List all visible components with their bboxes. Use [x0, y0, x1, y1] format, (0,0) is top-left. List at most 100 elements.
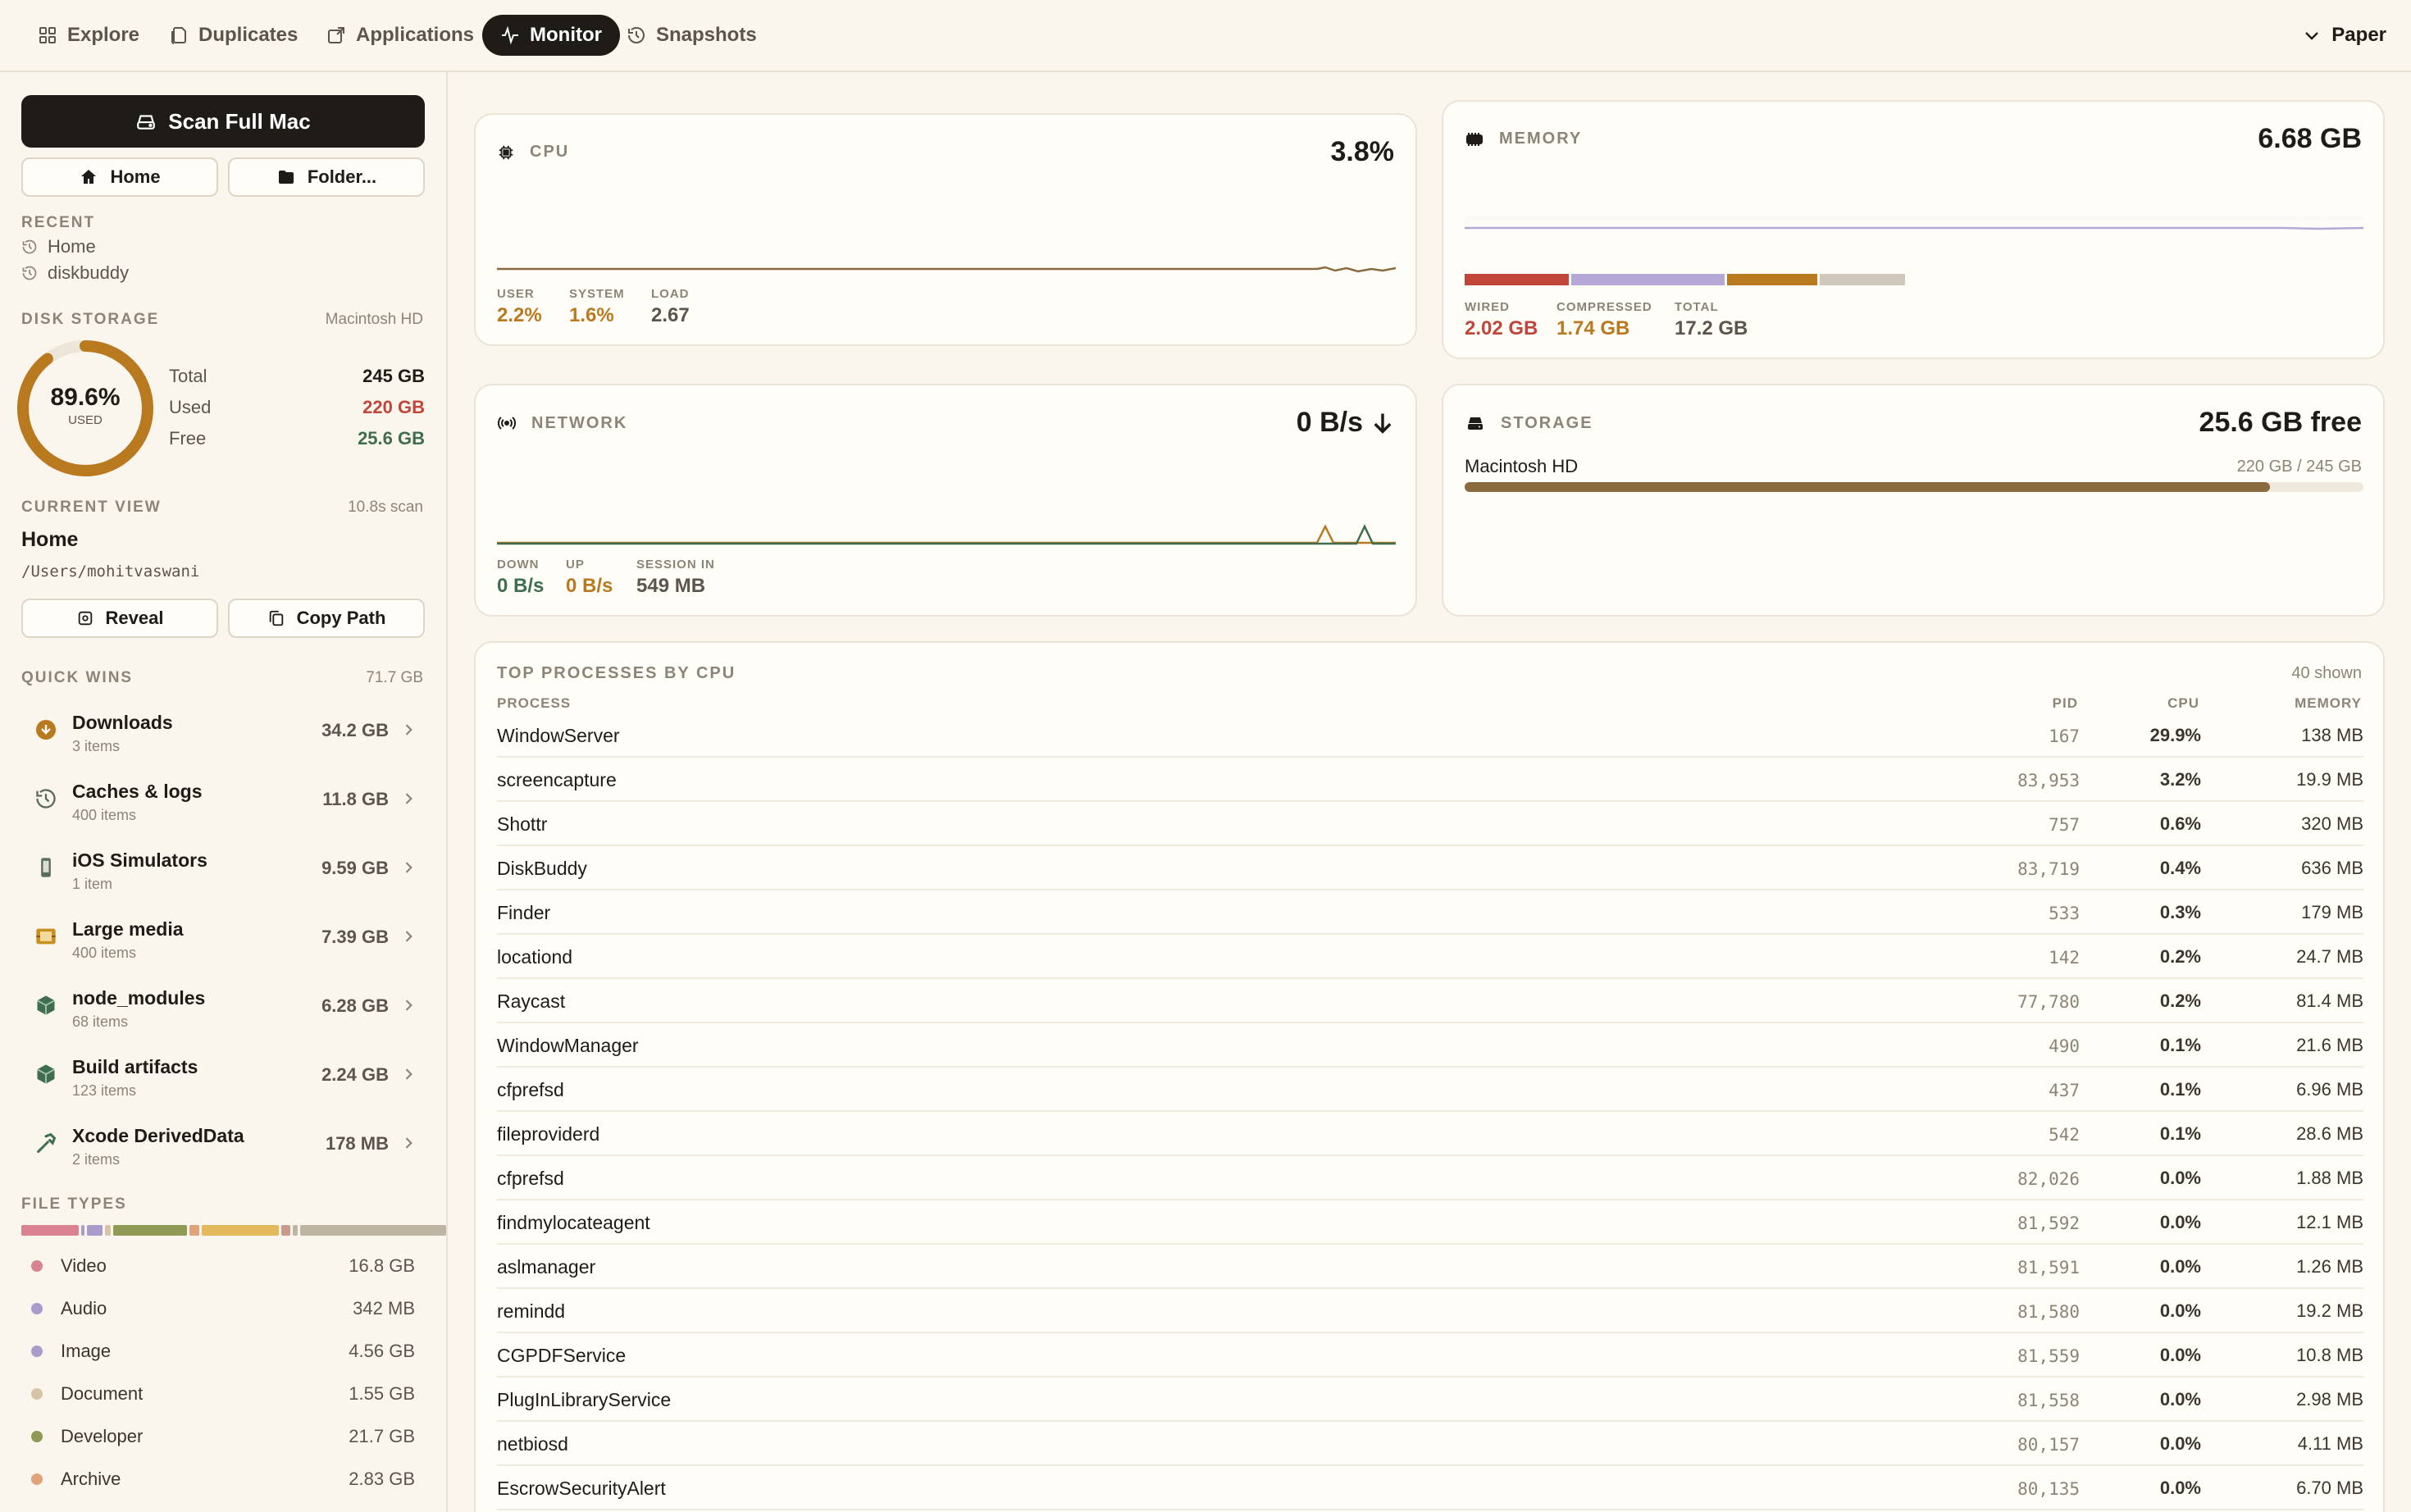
theme-label: Paper [2331, 24, 2386, 46]
quick-win-row[interactable]: Caches & logs 400 items 11.8 GB [21, 772, 425, 841]
process-row[interactable]: cfprefsd 437 0.1% 6.96 MB [497, 1068, 2363, 1112]
process-name: cfprefsd [497, 1079, 564, 1100]
process-row[interactable]: EscrowSecurityAlert 80,135 0.0% 6.70 MB [497, 1466, 2363, 1510]
film-icon [34, 925, 57, 948]
file-type-size: 16.8 GB [349, 1255, 415, 1276]
process-name: CGPDFService [497, 1345, 627, 1366]
process-row[interactable]: CGPDFService 81,559 0.0% 10.8 MB [497, 1333, 2363, 1378]
file-type-bar-segment [105, 1225, 111, 1236]
process-cpu: 0.0% [2159, 1478, 2201, 1498]
process-row[interactable]: aslmanager 81,591 0.0% 1.26 MB [497, 1245, 2363, 1289]
col-memory-header[interactable]: MEMORY [2295, 695, 2362, 712]
disk-free-row: Free 25.6 GB [169, 428, 425, 449]
process-row[interactable]: netbiosd 80,157 0.0% 4.11 MB [497, 1422, 2363, 1466]
chevron-right-icon [400, 722, 417, 738]
quick-win-size: 34.2 GB [321, 720, 389, 740]
file-type-row[interactable]: Document 1.55 GB [21, 1378, 415, 1410]
metric-stat-value: 1.6% [569, 304, 614, 326]
process-name: Shottr [497, 813, 548, 835]
process-memory: 179 MB [2301, 902, 2363, 922]
quick-win-count: 400 items [72, 807, 137, 823]
quick-win-size: 6.28 GB [321, 995, 389, 1016]
file-type-bar-segment [21, 1225, 80, 1236]
process-row[interactable]: WindowManager 490 0.1% 21.6 MB [497, 1023, 2363, 1068]
file-type-name: Audio [61, 1298, 107, 1318]
metric-stat: UP 0 B/s [566, 558, 613, 598]
file-type-row[interactable]: Archive 2.83 GB [21, 1463, 415, 1496]
process-row[interactable]: findmylocateagent 81,592 0.0% 12.1 MB [497, 1200, 2363, 1245]
cpu-title-label: CPU [530, 143, 570, 161]
memory-title-label: MEMORY [1499, 130, 1583, 148]
col-cpu-header[interactable]: CPU [2167, 695, 2199, 712]
quick-win-row[interactable]: node_modules 68 items 6.28 GB [21, 979, 425, 1048]
process-row[interactable]: Raycast 77,780 0.2% 81.4 MB [497, 979, 2363, 1023]
file-type-name: Image [61, 1341, 112, 1361]
metric-stat-value: 2.2% [497, 304, 542, 326]
quick-win-count: 2 items [72, 1151, 121, 1168]
process-row[interactable]: locationd 142 0.2% 24.7 MB [497, 935, 2363, 979]
process-row[interactable]: cfprefsd 82,026 0.0% 1.88 MB [497, 1156, 2363, 1200]
file-type-row[interactable]: Image 4.56 GB [21, 1335, 415, 1368]
process-cpu: 0.2% [2159, 991, 2201, 1011]
metric-stat-value: 0 B/s [566, 575, 613, 597]
app-icon [328, 27, 344, 43]
file-type-row[interactable]: Developer 21.7 GB [21, 1420, 415, 1453]
copy-path-button[interactable]: Copy Path [228, 599, 425, 638]
folder-button[interactable]: Folder... [228, 157, 425, 197]
process-row[interactable]: screencapture 83,953 3.2% 19.9 MB [497, 758, 2363, 802]
network-sparkline [497, 524, 1396, 545]
tab-snapshots[interactable]: Snapshots [608, 15, 775, 56]
reveal-button[interactable]: Reveal [21, 599, 218, 638]
reveal-icon [78, 611, 92, 626]
quick-win-row[interactable]: iOS Simulators 1 item 9.59 GB [21, 841, 425, 910]
tab-duplicates[interactable]: Duplicates [151, 15, 316, 56]
tab-monitor-label: Monitor [530, 24, 602, 46]
tab-monitor[interactable]: Monitor [482, 15, 620, 56]
recent-item-label: Home [48, 236, 96, 257]
process-name: remindd [497, 1300, 566, 1322]
quick-win-row[interactable]: Build artifacts 123 items 2.24 GB [21, 1048, 425, 1117]
file-type-row[interactable]: Video 16.8 GB [21, 1250, 415, 1282]
recent-heading: RECENT [21, 214, 96, 231]
metric-stat-value: 2.67 [651, 304, 690, 326]
process-cpu: 0.6% [2159, 813, 2201, 834]
processes-title: TOP PROCESSES BY CPU [497, 664, 736, 682]
home-button[interactable]: Home [21, 157, 218, 197]
antenna-icon [497, 417, 517, 430]
scan-full-mac-button[interactable]: Scan Full Mac [21, 95, 425, 148]
process-pid: 83,953 [2017, 771, 2080, 790]
quick-win-row[interactable]: Downloads 3 items 34.2 GB [21, 704, 425, 772]
theme-dropdown[interactable]: Paper [2302, 15, 2386, 56]
quick-win-row[interactable]: Xcode DerivedData 2 items 178 MB [21, 1117, 425, 1186]
process-row[interactable]: PlugInLibraryService 81,558 0.0% 2.98 MB [497, 1378, 2363, 1422]
disk-usage-percent: 89.6% [50, 384, 121, 411]
file-type-row[interactable]: Audio 342 MB [21, 1292, 415, 1325]
cpu-total-value: 3.8% [1330, 136, 1395, 167]
col-pid-header[interactable]: PID [2053, 695, 2078, 712]
recent-item-home[interactable]: Home [21, 236, 96, 257]
quick-win-row[interactable]: Large media 400 items 7.39 GB [21, 910, 425, 979]
quick-win-name: node_modules [72, 987, 206, 1009]
process-row[interactable]: Shottr 757 0.6% 320 MB [497, 802, 2363, 846]
process-row[interactable]: Finder 533 0.3% 179 MB [497, 890, 2363, 935]
file-type-bar-segment [300, 1225, 447, 1236]
process-row[interactable]: fileproviderd 542 0.1% 28.6 MB [497, 1112, 2363, 1156]
file-type-bar-segment [201, 1225, 279, 1236]
process-memory: 12.1 MB [2296, 1212, 2363, 1232]
tab-applications[interactable]: Applications [308, 15, 492, 56]
recent-item-label: diskbuddy [48, 262, 130, 283]
process-row[interactable]: DiskBuddy 83,719 0.4% 636 MB [497, 846, 2363, 890]
process-pid: 490 [2049, 1036, 2080, 1056]
process-cpu: 0.1% [2159, 1079, 2201, 1100]
storage-title-label: STORAGE [1501, 413, 1593, 432]
process-row[interactable]: remindd 81,580 0.0% 19.2 MB [497, 1289, 2363, 1333]
process-memory: 81.4 MB [2296, 991, 2363, 1011]
recent-item-diskbuddy[interactable]: diskbuddy [21, 262, 129, 284]
process-row[interactable]: WindowServer 167 29.9% 138 MB [497, 713, 2363, 758]
tab-explore[interactable]: Explore [20, 15, 157, 56]
col-process-header[interactable]: PROCESS [497, 695, 571, 712]
folder-icon [278, 171, 294, 184]
file-type-bar-segment [112, 1225, 188, 1236]
process-memory: 1.26 MB [2296, 1256, 2363, 1277]
file-type-size: 21.7 GB [349, 1426, 415, 1446]
